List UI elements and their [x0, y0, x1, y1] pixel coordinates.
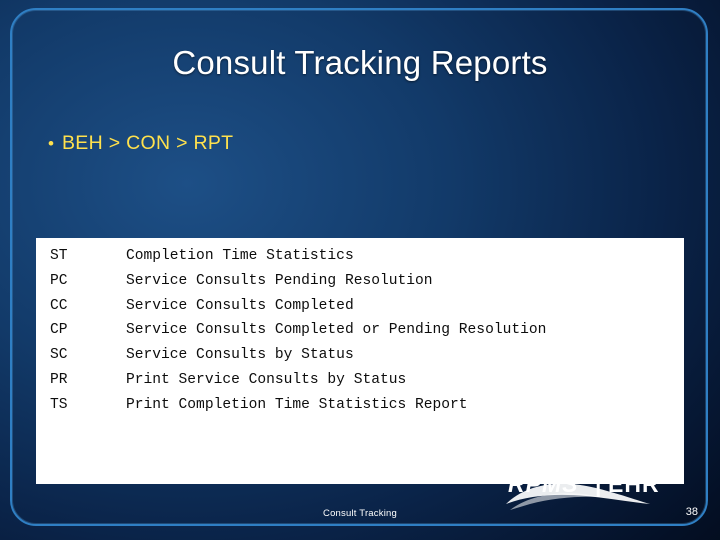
page-title: Consult Tracking Reports	[172, 44, 548, 81]
menu-code: SC	[50, 347, 68, 364]
menu-code: TS	[50, 396, 68, 413]
slide-canvas: Consult Tracking Reports • BEH > CON > R…	[0, 0, 720, 540]
menu-code: PC	[50, 272, 68, 289]
table-row: PC Service Consults Pending Resolution	[44, 269, 546, 294]
table-row: TS Print Completion Time Statistics Repo…	[44, 393, 546, 418]
menu-description: Service Consults by Status	[126, 347, 354, 364]
table-row: PR Print Service Consults by Status	[44, 368, 546, 393]
footer-text: Consult Tracking	[323, 508, 397, 519]
menu-code: CC	[50, 297, 68, 314]
breadcrumb-text: BEH > CON > RPT	[62, 132, 234, 154]
menu-option-panel: ST Completion Time Statistics PC Service…	[36, 238, 684, 484]
menu-description: Completion Time Statistics	[126, 248, 354, 264]
menu-code: PR	[50, 371, 68, 388]
page-number: 38	[685, 506, 698, 518]
menu-option-table: ST Completion Time Statistics PC Service…	[44, 244, 546, 417]
menu-code: CP	[50, 322, 68, 339]
breadcrumb: • BEH > CON > RPT	[40, 132, 680, 155]
menu-description: Print Service Consults by Status	[126, 371, 407, 388]
table-row: CP Service Consults Completed or Pending…	[44, 318, 546, 343]
table-row: SC Service Consults by Status	[44, 343, 546, 368]
menu-description: Service Consults Pending Resolution	[126, 272, 433, 289]
menu-description: Print Completion Time Statistics Report	[126, 396, 468, 413]
table-row: ST Completion Time Statistics	[44, 244, 546, 269]
bullet-marker-icon: •	[48, 134, 54, 153]
menu-description: Service Consults Completed	[126, 297, 354, 314]
menu-code: ST	[50, 248, 68, 264]
menu-description: Service Consults Completed or Pending Re…	[126, 322, 547, 339]
table-row: CC Service Consults Completed	[44, 294, 546, 319]
